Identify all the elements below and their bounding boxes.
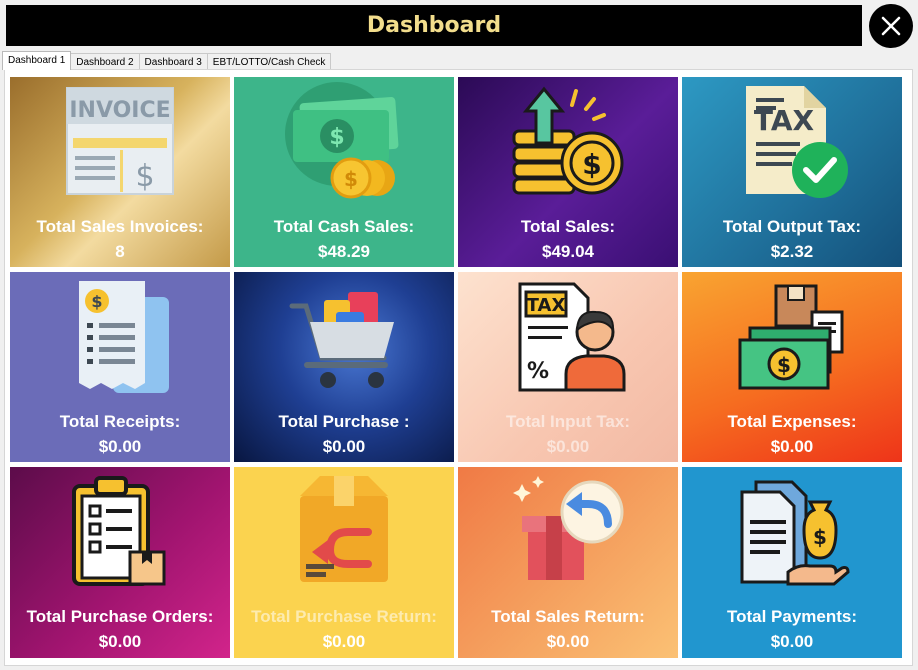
card-value: $0.00 bbox=[770, 437, 814, 456]
dollar-sign: $ bbox=[91, 292, 102, 311]
card-label: Total Sales Invoices: bbox=[36, 217, 204, 236]
invoice-icon: INVOICE $ bbox=[10, 77, 230, 207]
card-label: Total Expenses: bbox=[727, 412, 857, 431]
invoice-icon-text: INVOICE bbox=[69, 98, 170, 123]
card-value: $49.04 bbox=[542, 242, 594, 261]
expenses-icon: $ bbox=[682, 272, 902, 402]
card-total-purchase[interactable]: Total Purchase : $0.00 bbox=[234, 272, 454, 462]
card-total-payments[interactable]: $ Total Payments: $0.00 bbox=[682, 467, 902, 658]
sales-growth-icon: $ bbox=[458, 77, 678, 207]
card-total-sales-invoices[interactable]: INVOICE $ Total Sales Invoices: 8 bbox=[10, 77, 230, 267]
card-total-cash-sales[interactable]: $ $ Total Cash Sales: $48.29 bbox=[234, 77, 454, 267]
card-total-input-tax[interactable]: TAX % Total Input Tax: $0.00 bbox=[458, 272, 678, 462]
card-label: Total Output Tax: bbox=[722, 217, 862, 236]
return-box-icon bbox=[234, 467, 454, 597]
card-value: $2.32 bbox=[770, 242, 814, 261]
card-value: $0.00 bbox=[322, 437, 366, 456]
title-bar: Dashboard bbox=[6, 5, 862, 46]
card-value: $0.00 bbox=[98, 437, 142, 456]
card-label: Total Receipts: bbox=[59, 412, 181, 431]
dollar-sign: $ bbox=[777, 353, 791, 377]
card-value: $0.00 bbox=[546, 437, 590, 456]
tab-dashboard-3[interactable]: Dashboard 3 bbox=[138, 53, 208, 70]
dollar-sign: $ bbox=[135, 159, 154, 194]
card-label: Total Purchase : bbox=[278, 412, 410, 431]
tab-ebt-lotto-cash-check[interactable]: EBT/LOTTO/Cash Check bbox=[206, 53, 332, 70]
cash-coins-icon: $ $ bbox=[234, 77, 454, 207]
tax-text: TAX bbox=[527, 295, 566, 316]
close-button[interactable] bbox=[869, 4, 913, 48]
receipt-icon: $ bbox=[10, 272, 230, 402]
card-label: Total Purchase Return: bbox=[251, 607, 437, 626]
card-total-receipts[interactable]: $ Total Receipts: $0.00 bbox=[10, 272, 230, 462]
percent-sign: % bbox=[527, 359, 549, 384]
window-title: Dashboard bbox=[366, 13, 502, 38]
card-label: Total Sales Return: bbox=[491, 607, 645, 626]
sales-return-icon bbox=[458, 467, 678, 597]
card-value: $0.00 bbox=[322, 632, 366, 651]
tax-check-icon: TAX bbox=[682, 77, 902, 207]
tax-person-icon: TAX % bbox=[458, 272, 678, 402]
card-total-output-tax[interactable]: TAX Total Output Tax: $2.32 bbox=[682, 77, 902, 267]
shopping-cart-icon bbox=[234, 272, 454, 402]
dollar-sign: $ bbox=[329, 125, 344, 150]
payments-icon: $ bbox=[682, 467, 902, 597]
card-value: 8 bbox=[115, 242, 125, 261]
dollar-sign: $ bbox=[813, 525, 827, 549]
card-value: $0.00 bbox=[546, 632, 590, 651]
card-label: Total Payments: bbox=[726, 607, 858, 626]
card-total-sales[interactable]: $ Total Sales: $49.04 bbox=[458, 77, 678, 267]
card-value: $48.29 bbox=[318, 242, 370, 261]
tab-dashboard-2[interactable]: Dashboard 2 bbox=[70, 53, 140, 70]
card-total-purchase-return[interactable]: Total Purchase Return: $0.00 bbox=[234, 467, 454, 658]
card-total-expenses[interactable]: $ Total Expenses: $0.00 bbox=[682, 272, 902, 462]
card-total-purchase-orders[interactable]: Total Purchase Orders: $0.00 bbox=[10, 467, 230, 658]
dollar-sign: $ bbox=[582, 148, 601, 181]
tab-dashboard-1[interactable]: Dashboard 1 bbox=[2, 51, 72, 70]
tab-strip: Dashboard 1 Dashboard 2 Dashboard 3 EBT/… bbox=[2, 51, 332, 70]
clipboard-icon bbox=[10, 467, 230, 597]
card-label: Total Cash Sales: bbox=[273, 217, 415, 236]
coin-dollar: $ bbox=[344, 167, 358, 191]
card-value: $0.00 bbox=[770, 632, 814, 651]
card-label: Total Input Tax: bbox=[505, 412, 631, 431]
card-value: $0.00 bbox=[98, 632, 142, 651]
card-total-sales-return[interactable]: Total Sales Return: $0.00 bbox=[458, 467, 678, 658]
close-icon bbox=[881, 16, 901, 36]
card-label: Total Purchase Orders: bbox=[26, 607, 214, 626]
card-label: Total Sales: bbox=[520, 217, 616, 236]
